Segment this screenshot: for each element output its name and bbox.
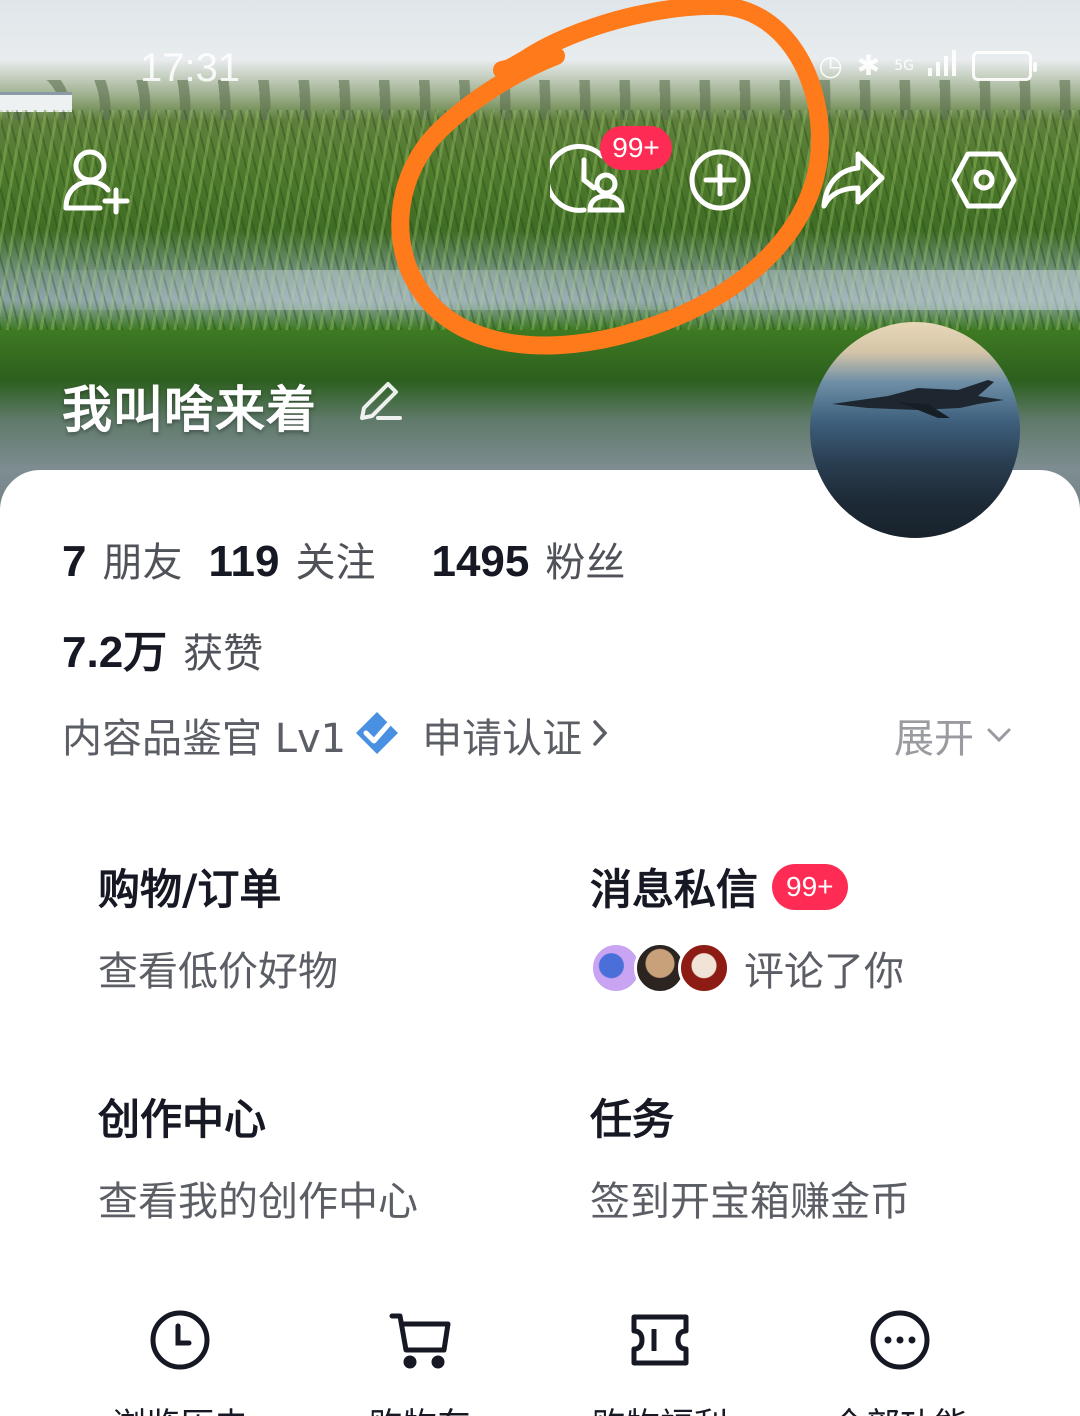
add-friend-icon[interactable] [60, 146, 134, 216]
messages-title: 消息私信 [590, 865, 759, 914]
creator-badge-row: 内容品鉴官 Lv1 申请认证 [62, 706, 608, 764]
messages-title-row: 消息私信 99+ [590, 856, 904, 917]
network-label: 5G [894, 57, 914, 74]
shortcut-shopping-perks-label: 购物福利 [570, 1398, 750, 1416]
edit-name-icon[interactable] [358, 376, 404, 424]
followers-count[interactable]: 1495 [431, 537, 529, 587]
chevron-down-icon [987, 728, 1011, 743]
avatar-jet-image [828, 374, 1008, 428]
profile-username[interactable]: 我叫啥来着 [62, 370, 317, 442]
shopping-orders-title: 购物/订单 [98, 865, 282, 914]
orange-circle-annotation [380, 0, 850, 384]
battery-icon [972, 50, 1037, 81]
apply-verification-link[interactable]: 申请认证 [422, 706, 582, 764]
signal-icon [928, 48, 958, 83]
shortcut-cart-label: 购物车 [330, 1398, 510, 1416]
followers-label[interactable]: 粉丝 [545, 530, 625, 588]
clock-icon [148, 1308, 212, 1372]
creator-center-entry[interactable]: 创作中心 查看我的创作中心 [98, 1086, 418, 1227]
status-time: 17:31 [140, 46, 241, 90]
level-badge-text[interactable]: 内容品鉴官 Lv1 [62, 706, 346, 764]
following-count[interactable]: 119 [208, 537, 279, 587]
shortcut-history[interactable]: 浏览历史 [90, 1308, 270, 1416]
more-icon [868, 1308, 932, 1372]
shortcut-all-features[interactable]: 全部功能 [810, 1308, 990, 1416]
bluetooth-icon: ✱ [856, 49, 881, 82]
stats-row: 7 朋友 119 关注 1495 粉丝 [62, 530, 651, 588]
chevron-right-icon [592, 718, 608, 752]
shopping-orders-entry[interactable]: 购物/订单 查看低价好物 [98, 856, 338, 997]
shortcut-shopping-perks[interactable]: 购物福利 [570, 1308, 750, 1416]
verified-diamond-icon [354, 710, 400, 760]
status-icons: ◷ ✱ 5G [818, 48, 1037, 83]
shortcut-all-features-label: 全部功能 [810, 1398, 990, 1416]
messages-subtitle: 评论了你 [744, 949, 904, 995]
tasks-title: 任务 [590, 1095, 675, 1144]
ticket-icon [628, 1308, 692, 1372]
likes-row: 7.2万 获赞 [62, 616, 289, 680]
messages-subtitle-row: 评论了你 [590, 939, 904, 997]
commenter-avatars [590, 942, 730, 994]
following-label[interactable]: 关注 [295, 530, 375, 588]
expand-button[interactable]: 展开 [894, 706, 1012, 764]
commenter-avatar [678, 942, 730, 994]
creator-center-title: 创作中心 [98, 1095, 267, 1144]
settings-icon[interactable] [950, 148, 1018, 212]
friends-label[interactable]: 朋友 [102, 530, 182, 588]
shortcut-cart[interactable]: 购物车 [330, 1308, 510, 1416]
cover-house [0, 92, 72, 112]
friends-count[interactable]: 7 [62, 537, 86, 587]
creator-center-subtitle: 查看我的创作中心 [98, 1179, 418, 1225]
expand-label: 展开 [894, 716, 974, 762]
tasks-entry[interactable]: 任务 签到开宝箱赚金币 [590, 1086, 910, 1227]
likes-label[interactable]: 获赞 [183, 621, 263, 679]
messages-entry[interactable]: 消息私信 99+ 评论了你 [590, 856, 904, 997]
likes-count[interactable]: 7.2万 [62, 616, 167, 680]
shortcut-history-label: 浏览历史 [90, 1398, 270, 1416]
messages-badge: 99+ [772, 863, 848, 910]
tasks-subtitle: 签到开宝箱赚金币 [590, 1179, 910, 1225]
profile-avatar[interactable] [810, 322, 1020, 538]
cart-icon [388, 1308, 452, 1372]
shopping-orders-subtitle: 查看低价好物 [98, 949, 338, 995]
